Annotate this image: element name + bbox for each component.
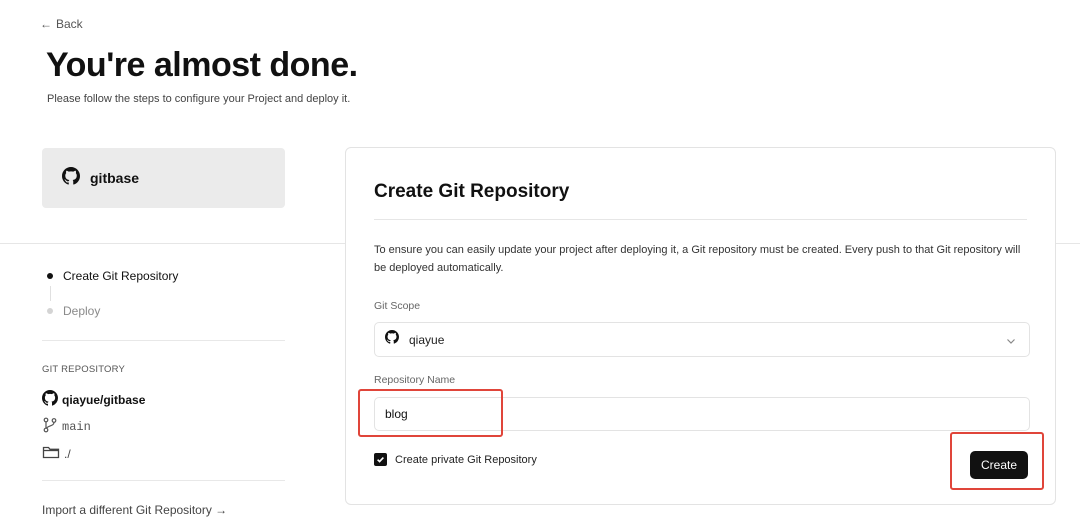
repository-name-label: Repository Name — [374, 374, 456, 386]
git-scope-select[interactable]: qiayue — [374, 322, 1030, 357]
git-scope-value: qiayue — [409, 332, 445, 347]
step-create-git-repository: Create Git Repository — [42, 266, 285, 286]
private-repository-label: Create private Git Repository — [395, 453, 537, 466]
repo-card: gitbase — [42, 148, 285, 208]
folder-icon — [42, 444, 60, 463]
git-directory-row: ./ — [42, 440, 285, 467]
repository-name-input[interactable] — [374, 397, 1030, 431]
sidebar-divider — [42, 340, 285, 341]
git-repository-info: GIT REPOSITORY qiayue/gitbase main ./ — [42, 364, 285, 467]
git-repo-row: qiayue/gitbase — [42, 386, 285, 413]
back-link[interactable]: ← Back — [40, 17, 83, 31]
card-title: Create Git Repository — [374, 181, 570, 202]
git-scope-label: Git Scope — [374, 300, 421, 312]
step-label: Deploy — [63, 304, 101, 318]
step-inactive-dot-icon — [47, 308, 53, 314]
step-label: Create Git Repository — [63, 269, 179, 283]
repo-card-name: gitbase — [90, 170, 140, 186]
git-branch-name: main — [62, 419, 91, 434]
git-branch-icon — [42, 417, 58, 436]
import-different-repo-link[interactable]: Import a different Git Repository → — [42, 503, 227, 517]
card-divider — [374, 219, 1027, 220]
github-icon — [62, 166, 80, 190]
page-title: You're almost done. — [46, 46, 358, 84]
git-repo-name: qiayue/gitbase — [62, 392, 146, 407]
page-subtitle: Please follow the steps to configure you… — [47, 93, 351, 105]
git-branch-row: main — [42, 413, 285, 440]
git-repository-heading: GIT REPOSITORY — [42, 364, 126, 375]
page: ← Back You're almost done. Please follow… — [0, 0, 1080, 531]
step-deploy: Deploy — [42, 301, 285, 321]
step-active-dot-icon — [47, 273, 53, 279]
checkbox-checked-icon[interactable] — [374, 453, 387, 466]
back-arrow-icon: ← — [40, 17, 52, 31]
card-description: To ensure you can easily update your pro… — [374, 244, 1021, 274]
github-icon — [42, 390, 58, 409]
github-icon — [385, 330, 399, 349]
steps-list: Create Git Repository Deploy — [42, 266, 285, 321]
step-connector — [49, 286, 51, 301]
private-repository-toggle[interactable]: Create private Git Repository — [374, 453, 537, 466]
git-directory: ./ — [64, 446, 71, 461]
sidebar-divider — [42, 480, 285, 481]
create-repository-card: Create Git Repository To ensure you can … — [345, 147, 1056, 505]
create-button[interactable]: Create — [970, 451, 1028, 479]
back-label: Back — [56, 17, 83, 31]
chevron-down-icon — [1005, 334, 1017, 352]
